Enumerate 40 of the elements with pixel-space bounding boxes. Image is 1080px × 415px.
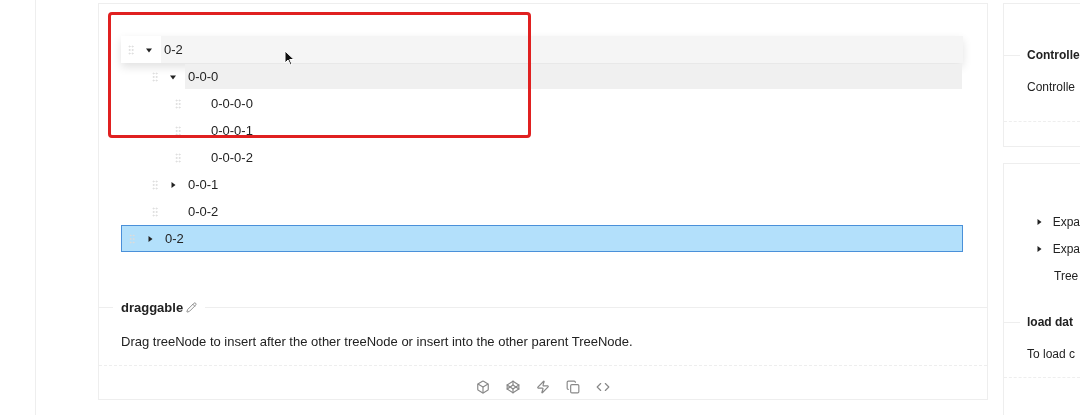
tree-node-title[interactable]: 0-0-0-0 xyxy=(208,91,261,116)
caret-icon[interactable] xyxy=(169,180,177,189)
tree-node-title[interactable]: 0-2 xyxy=(162,226,192,251)
demo-description: Drag treeNode to insert after the other treeNode or insert into the other parent TreeNode. xyxy=(120,332,634,351)
tree-node-title[interactable]: 0-0-1 xyxy=(185,172,227,197)
drag-handle-icon[interactable] xyxy=(149,205,161,218)
side-card-description: To load c xyxy=(1026,346,1077,363)
drag-handle-icon[interactable] xyxy=(149,178,161,191)
side-card-title: Controlle xyxy=(1026,47,1080,64)
caret-icon[interactable] xyxy=(1035,244,1043,253)
tree-row[interactable]: 0-0-1 xyxy=(121,171,963,198)
caret-icon[interactable] xyxy=(146,234,154,243)
drag-handle-icon[interactable] xyxy=(125,43,137,56)
cursor-icon xyxy=(284,50,295,66)
drag-handle-icon[interactable] xyxy=(149,70,161,83)
tree-node-title[interactable]: 0-0-2 xyxy=(185,199,227,224)
drag-handle-icon[interactable] xyxy=(172,151,184,164)
tree-row[interactable]: 0-0-0-2 xyxy=(121,144,963,171)
codepen-icon[interactable] xyxy=(506,380,520,394)
tree-node-title[interactable]: 0-0-0-1 xyxy=(208,118,261,143)
caret-icon[interactable] xyxy=(1035,217,1043,226)
tree-row[interactable]: 0-2 xyxy=(121,225,963,252)
code-icon[interactable] xyxy=(596,380,610,394)
lightning-icon[interactable] xyxy=(536,380,550,394)
drag-handle-icon[interactable] xyxy=(172,97,184,110)
tree-node-title[interactable]: Tree xyxy=(1054,266,1079,285)
drag-handle-icon[interactable] xyxy=(126,232,138,245)
tree-node-title[interactable]: 0-0-0-2 xyxy=(208,145,261,170)
tree-row[interactable]: 0-0-0-1 xyxy=(121,117,963,144)
tree-node-title[interactable]: Expa xyxy=(1052,239,1080,258)
copy-icon[interactable] xyxy=(566,380,580,394)
tree-node-title[interactable]: Expa xyxy=(1052,212,1080,231)
drag-handle-icon[interactable] xyxy=(172,124,184,137)
box-icon[interactable] xyxy=(476,380,490,394)
edit-icon[interactable] xyxy=(186,302,198,314)
demo-title: draggable xyxy=(121,299,184,317)
tree-row[interactable]: 0-0-0-0 xyxy=(121,90,963,117)
tree-row[interactable]: 0-0-2 xyxy=(121,198,963,225)
side-card-title: load dat xyxy=(1026,314,1073,331)
side-card-description: Controlle xyxy=(1026,79,1077,96)
